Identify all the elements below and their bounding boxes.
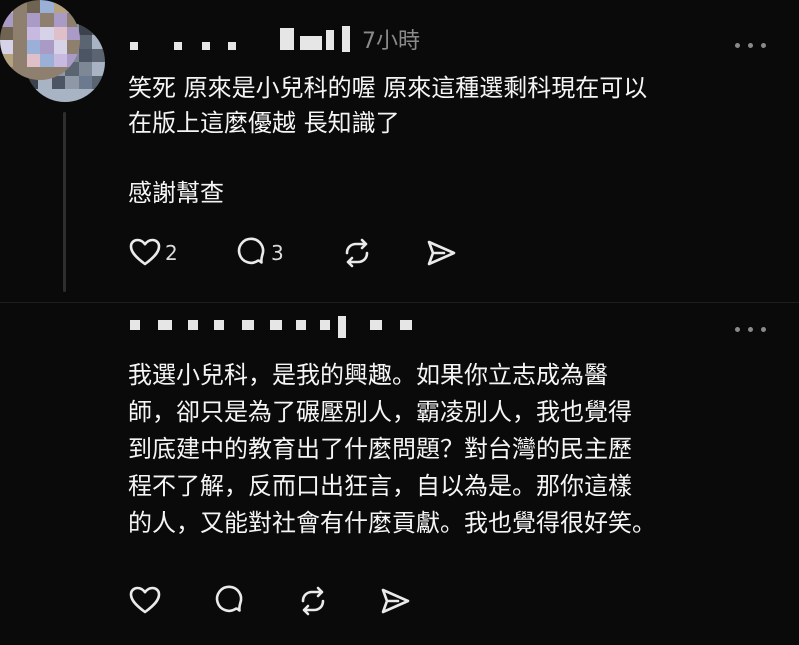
avatar-pixel xyxy=(67,26,80,41)
comment-icon xyxy=(215,585,243,613)
heart-icon xyxy=(129,586,161,614)
avatar-pixel xyxy=(0,0,14,14)
avatar-pixel xyxy=(67,67,80,80)
comment-text: 我選小兒科，是我的興趣。如果你立志成為醫 師，卻只是為了碾壓別人，霸凌別人，我也… xyxy=(128,357,656,542)
action-bar xyxy=(128,584,428,618)
avatar-pixel xyxy=(53,0,67,14)
avatar-pixel xyxy=(40,67,54,80)
avatar-pixel xyxy=(0,40,14,54)
avatar-pixel xyxy=(26,53,41,67)
avatar-pixel xyxy=(13,0,27,14)
repost-icon xyxy=(301,586,325,616)
avatar-pixel xyxy=(67,53,80,67)
avatar-pixel xyxy=(0,53,14,67)
avatar-pixel xyxy=(26,13,41,27)
avatar-pixel xyxy=(0,26,14,41)
avatar-pixel xyxy=(53,67,67,80)
avatar-pixel xyxy=(67,13,80,27)
avatar-pixel xyxy=(26,26,41,41)
avatar-pixel xyxy=(13,53,27,67)
avatar-pixel xyxy=(26,67,41,80)
avatar-pixel xyxy=(40,0,54,14)
avatar-pixel xyxy=(13,40,27,54)
avatar-pixel xyxy=(53,26,67,41)
avatar-pixel xyxy=(67,0,80,14)
avatar-pixel xyxy=(53,13,67,27)
avatar-pixel xyxy=(26,40,41,54)
avatar-pixel xyxy=(13,26,27,41)
comment-line: 師，卻只是為了碾壓別人，霸凌別人，我也覺得 xyxy=(128,398,632,426)
avatar-pixel xyxy=(67,40,80,54)
avatar-pixel xyxy=(40,26,54,41)
avatar-pixel xyxy=(0,13,14,27)
avatar-pixel xyxy=(53,53,67,67)
repost-button[interactable] xyxy=(296,584,330,618)
username-redacted[interactable] xyxy=(130,316,430,338)
avatar-pixel xyxy=(0,67,14,80)
comment-2: 我選小兒科，是我的興趣。如果你立志成為醫 師，卻只是為了碾壓別人，霸凌別人，我也… xyxy=(0,0,799,645)
comment-line: 我選小兒科，是我的興趣。如果你立志成為醫 xyxy=(128,361,608,389)
avatar-pixel xyxy=(40,53,54,67)
avatar-pixel xyxy=(40,13,54,27)
comment-line: 到底建中的教育出了什麼問題？對台灣的民主歷 xyxy=(128,435,632,463)
share-icon xyxy=(381,588,410,614)
comment-line: 程不了解，反而口出狂言，自以為是。那你這樣 xyxy=(128,472,632,500)
avatar[interactable] xyxy=(0,0,80,80)
reply-button[interactable] xyxy=(212,584,246,618)
avatar-pixel xyxy=(26,0,41,14)
avatar-pixel xyxy=(13,67,27,80)
share-button[interactable] xyxy=(378,584,412,618)
more-icon[interactable] xyxy=(735,322,767,336)
like-button[interactable] xyxy=(128,584,162,618)
avatar-pixel xyxy=(13,13,27,27)
avatar-pixel xyxy=(40,40,54,54)
comment-line: 的人，又能對社會有什麼貢獻。我也覺得很好笑。 xyxy=(128,509,656,537)
avatar-pixel xyxy=(53,40,67,54)
